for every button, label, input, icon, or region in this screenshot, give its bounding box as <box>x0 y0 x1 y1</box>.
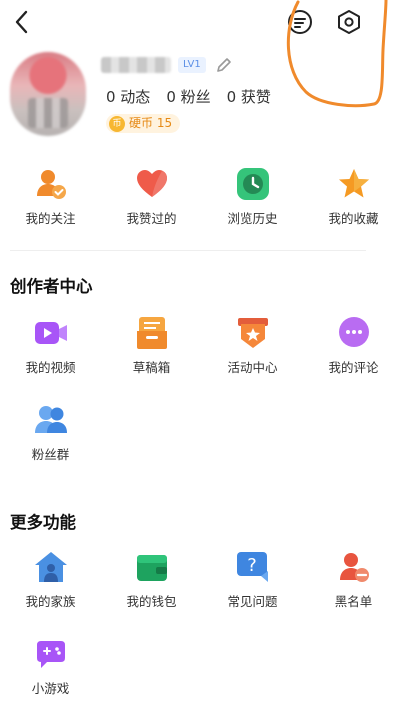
stat-posts[interactable]: 0 动态 <box>106 86 150 107</box>
profile-stats: 0 动态 0 粉丝 0 获赞 <box>106 86 271 107</box>
game-controller-icon <box>36 641 65 668</box>
creator-label: 粉丝群 <box>31 447 70 462</box>
creator-drafts[interactable]: 草稿箱 <box>101 315 202 376</box>
section-title-creator: 创作者中心 <box>10 277 93 296</box>
more-label: 我的家族 <box>25 594 76 609</box>
faq-question-icon: ? <box>236 552 268 582</box>
username-redacted <box>101 57 171 73</box>
creator-label: 我的评论 <box>328 360 379 375</box>
more-mini-games[interactable]: 小游戏 <box>0 636 101 697</box>
svg-text:?: ? <box>247 555 257 576</box>
comment-bubble-icon <box>338 317 369 347</box>
creator-comments[interactable]: 我的评论 <box>303 315 404 376</box>
creator-row-2: 粉丝群 <box>0 402 404 463</box>
quick-label: 我的关注 <box>25 211 76 226</box>
creator-label: 活动中心 <box>227 360 278 375</box>
stat-fans[interactable]: 0 粉丝 <box>166 86 210 107</box>
coins-chip[interactable]: 币 硬币 15 <box>106 114 181 133</box>
avatar[interactable] <box>10 52 86 136</box>
wallet-icon <box>136 555 167 581</box>
divider <box>10 250 366 251</box>
coin-icon: 币 <box>109 115 125 132</box>
coins-label: 硬币 15 <box>129 116 173 130</box>
back-arrow-icon[interactable] <box>10 8 34 36</box>
family-house-icon <box>34 552 67 582</box>
more-row-2: 小游戏 <box>0 636 404 697</box>
creator-label: 我的视频 <box>25 360 76 375</box>
more-label: 黑名单 <box>334 594 373 609</box>
quick-label: 浏览历史 <box>227 211 278 226</box>
more-blacklist[interactable]: 黑名单 <box>303 549 404 610</box>
quick-label: 我赞过的 <box>126 211 177 226</box>
list-lines-icon[interactable] <box>286 8 314 36</box>
creator-activity[interactable]: 活动中心 <box>202 315 303 376</box>
creator-fans-group[interactable]: 粉丝群 <box>0 402 101 463</box>
quick-favorites[interactable]: 我的收藏 <box>303 166 404 227</box>
quick-follow[interactable]: 我的关注 <box>0 166 101 227</box>
star-icon <box>338 169 369 198</box>
blacklist-user-icon <box>339 553 369 582</box>
video-camera-icon <box>34 322 67 344</box>
clock-icon <box>236 168 269 200</box>
creator-label: 草稿箱 <box>132 360 171 375</box>
more-row-1: 我的家族 我的钱包 ? 常见问题 黑名单 <box>0 549 404 610</box>
draft-box-icon <box>136 317 167 349</box>
level-badge: LV1 <box>178 57 206 73</box>
more-label: 小游戏 <box>31 681 70 696</box>
more-wallet[interactable]: 我的钱包 <box>101 549 202 610</box>
quick-liked[interactable]: 我赞过的 <box>101 166 202 227</box>
edit-pencil-icon[interactable] <box>214 55 234 75</box>
more-label: 我的钱包 <box>126 594 177 609</box>
activity-banner-icon <box>237 318 268 348</box>
more-family[interactable]: 我的家族 <box>0 549 101 610</box>
fans-group-icon <box>34 406 67 433</box>
more-label: 常见问题 <box>227 594 278 609</box>
creator-my-videos[interactable]: 我的视频 <box>0 315 101 376</box>
follow-user-icon <box>36 170 66 199</box>
stat-likes[interactable]: 0 获赞 <box>227 86 271 107</box>
quick-history[interactable]: 浏览历史 <box>202 166 303 227</box>
hexagon-gear-icon[interactable] <box>335 8 363 36</box>
creator-row-1: 我的视频 草稿箱 活动中心 我的评论 <box>0 315 404 376</box>
heart-icon <box>136 170 167 197</box>
quick-label: 我的收藏 <box>328 211 379 226</box>
more-faq[interactable]: ? 常见问题 <box>202 549 303 610</box>
section-title-more: 更多功能 <box>10 513 76 532</box>
quick-actions: 我的关注 我赞过的 浏览历史 我的收藏 <box>0 166 404 227</box>
